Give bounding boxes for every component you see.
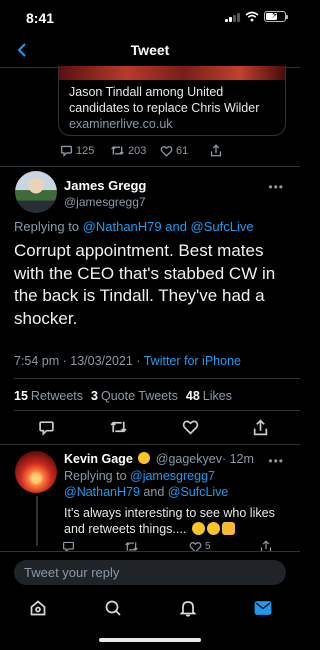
divider <box>0 444 300 445</box>
reply-time: · 12m <box>221 452 254 466</box>
reply-count: 125 <box>76 144 95 157</box>
thread-line <box>36 496 38 546</box>
tab-notifications[interactable] <box>168 593 208 623</box>
mail-icon <box>254 601 271 615</box>
reply-tweet-text: It's always interesting to see who likes… <box>64 506 275 536</box>
search-icon <box>105 600 121 616</box>
mention-link[interactable]: @jamesgregg7 <box>130 469 215 483</box>
retweet-action[interactable]: 203 <box>110 144 160 157</box>
tweet-source-link[interactable]: Twitter for iPhone <box>144 354 241 368</box>
likes-stat[interactable]: 48 Likes <box>186 389 232 403</box>
tab-search[interactable] <box>93 593 133 623</box>
card-image <box>59 66 285 80</box>
tweet-timestamp: 7:54 pm · 13/03/2021 · Twitter for iPhon… <box>14 354 241 368</box>
divider <box>14 410 300 411</box>
share-icon[interactable] <box>253 419 268 436</box>
more-options-icon[interactable]: ••• <box>268 180 284 194</box>
reply-action[interactable]: 125 <box>60 144 110 157</box>
bottom-tab-bar <box>0 591 300 625</box>
avatar[interactable] <box>15 451 57 493</box>
reply-input[interactable] <box>14 560 286 585</box>
reply-icon <box>60 145 73 157</box>
wifi-icon <box>245 11 259 22</box>
status-icons: ⚡ <box>225 10 288 22</box>
retweet-icon <box>111 146 124 155</box>
reply-composer <box>0 551 300 591</box>
smiley-emoji-icon <box>138 452 151 464</box>
replying-to: Replying to @NathanH79 and @SufcLive <box>14 219 254 234</box>
author-name[interactable]: James Gregg <box>64 178 146 193</box>
tweet-stats: 15 Retweets 3 Quote Tweets 48 Likes <box>14 389 232 403</box>
divider <box>14 378 300 379</box>
mention-link[interactable]: @NathanH79 <box>83 219 162 234</box>
mention-link[interactable]: @SufcLive <box>191 219 254 234</box>
author-handle[interactable]: @gagekyev <box>156 452 222 466</box>
divider <box>0 166 300 167</box>
share-icon <box>210 144 222 157</box>
retweet-icon[interactable] <box>109 419 128 435</box>
replying-to: Replying to @jamesgregg7 @NathanH79 and … <box>64 469 229 499</box>
home-indicator[interactable] <box>99 638 201 642</box>
bell-icon <box>178 601 197 617</box>
battery-icon: ⚡ <box>264 10 288 22</box>
reply-header: Kevin Gage @gagekyev· 12m <box>64 452 254 466</box>
share-action[interactable] <box>210 144 260 157</box>
reply-icon[interactable] <box>38 419 55 436</box>
tweet-text: Corrupt appointment. Best mates with the… <box>14 241 276 328</box>
more-options-icon[interactable]: ••• <box>268 454 284 468</box>
avatar[interactable] <box>15 171 57 213</box>
page-title: Tweet <box>130 42 170 58</box>
main-tweet-actions <box>38 419 268 436</box>
tab-home[interactable] <box>18 593 58 623</box>
like-count: 61 <box>176 144 189 157</box>
quote-tweets-stat[interactable]: 3 Quote Tweets <box>91 389 178 403</box>
mention-link[interactable]: @NathanH79 <box>64 485 140 499</box>
parent-tweet-actions: 125 203 61 <box>60 144 260 157</box>
author-handle[interactable]: @jamesgregg7 <box>64 195 146 209</box>
link-preview-card[interactable]: Jason Tindall among United candidates to… <box>58 66 286 136</box>
status-time: 8:41 <box>26 10 55 26</box>
retweet-count: 203 <box>128 144 147 157</box>
card-domain: examinerlive.co.uk <box>69 117 173 131</box>
tab-messages[interactable] <box>243 593 283 623</box>
heart-icon <box>160 145 173 157</box>
unamused-emoji-icon <box>191 522 205 535</box>
thinking-emoji-icon <box>206 522 220 535</box>
mention-link[interactable]: @SufcLive <box>168 485 229 499</box>
like-action[interactable]: 61 <box>160 145 210 157</box>
author-name[interactable]: Kevin Gage <box>64 452 133 466</box>
nav-header: Tweet <box>0 32 300 68</box>
heart-icon[interactable] <box>182 419 199 435</box>
thumbs-up-emoji-icon <box>221 522 235 535</box>
home-icon <box>30 600 45 616</box>
status-bar: 8:41 ⚡ <box>0 0 300 32</box>
card-title: Jason Tindall among United candidates to… <box>69 85 260 115</box>
signal-icon <box>225 12 240 22</box>
retweets-stat[interactable]: 15 Retweets <box>14 389 83 403</box>
